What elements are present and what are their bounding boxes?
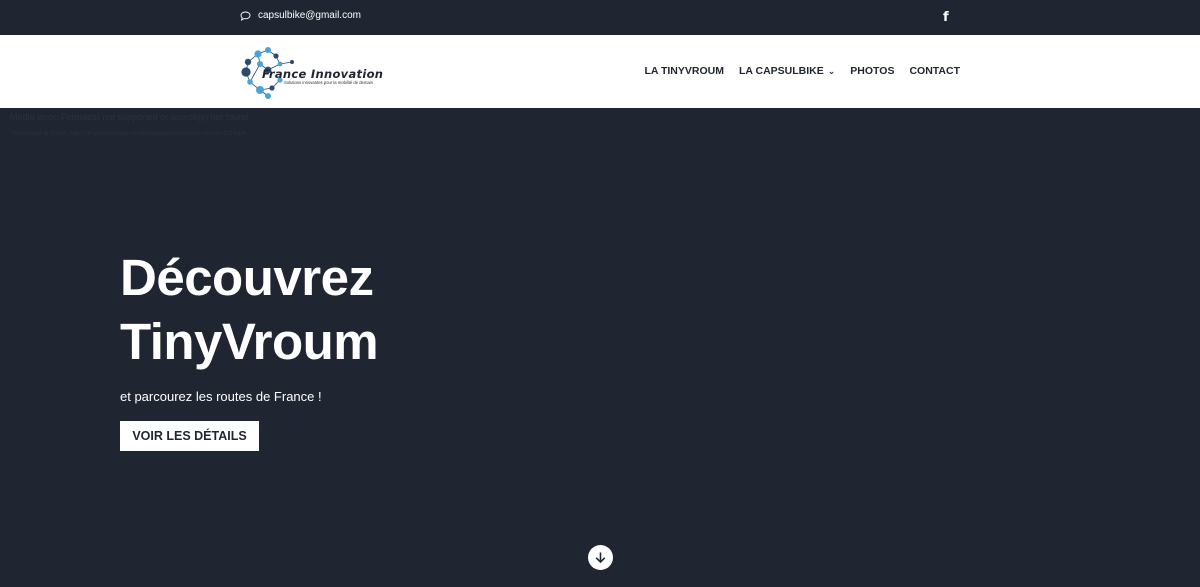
hero-subtitle: et parcourez les routes de France !	[120, 389, 322, 404]
hero-title: Découvrez TinyVroum	[120, 246, 620, 374]
nav-item-capsulbike[interactable]: LA CAPSULBIKE ⌄	[739, 65, 835, 77]
nav-item-contact[interactable]: CONTACT	[909, 65, 960, 77]
email-text: capsulbike@gmail.com	[258, 10, 361, 21]
logo[interactable]: France Innovation Solutions innovantes p…	[238, 44, 398, 100]
nav-item-photos[interactable]: PHOTOS	[850, 65, 894, 77]
view-details-button[interactable]: VOIR LES DÉTAILS	[120, 421, 259, 451]
logo-brand-text: France Innovation	[262, 67, 384, 81]
media-error-message: Media error: Format(s) not supported or …	[10, 112, 249, 122]
nav-item-tinyvroum[interactable]: LA TINYVROUM	[644, 65, 724, 77]
site-header: France Innovation Solutions innovantes p…	[0, 35, 1200, 108]
facebook-icon[interactable]: f	[943, 11, 949, 25]
chat-bubble-icon	[240, 11, 251, 21]
nav-item-label: PHOTOS	[850, 65, 895, 77]
arrow-down-icon[interactable]	[588, 545, 613, 570]
hero-title-line-1: Découvrez	[120, 249, 374, 306]
arrow-down-glyph	[595, 552, 606, 564]
top-bar: capsulbike@gmail.com f	[0, 0, 1200, 35]
email-link[interactable]: capsulbike@gmail.com	[240, 10, 361, 21]
nav-item-label: LA CAPSULBIKE	[738, 65, 824, 77]
chevron-down-icon: ⌄	[827, 66, 836, 77]
nav-item-label: LA TINYVROUM	[644, 65, 724, 77]
media-download-link[interactable]: Télécharger le fichier: https://tinyvrou…	[10, 131, 245, 137]
hero-title-line-2: TinyVroum	[120, 313, 379, 370]
nav-item-label: CONTACT	[909, 65, 960, 77]
logo-tagline: Solutions innovantes pour la mobilité de…	[284, 80, 373, 85]
main-nav: LA TINYVROUM LA CAPSULBIKE ⌄ PHOTOS CONT…	[644, 65, 960, 77]
